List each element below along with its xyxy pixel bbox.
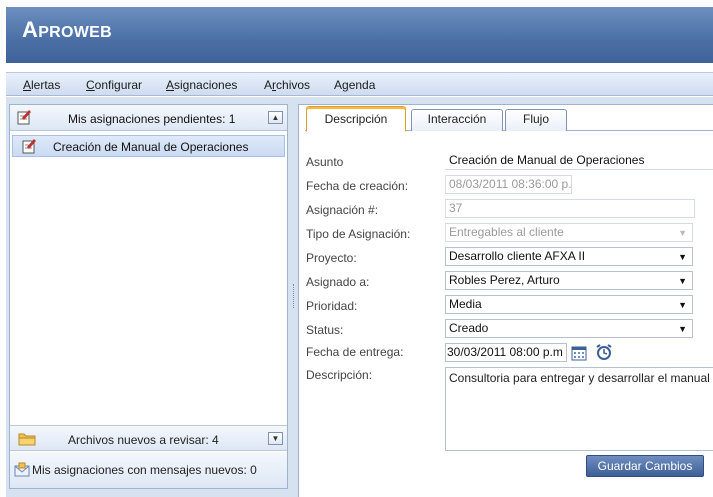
chevron-down-icon: ▼: [678, 300, 687, 310]
descripcion-label: Descripción:: [306, 368, 373, 382]
menu-asignaciones[interactable]: Asignaciones: [166, 78, 237, 92]
fecha-creacion-label: Fecha de creación:: [306, 179, 409, 193]
fecha-entrega-label: Fecha de entrega:: [306, 345, 404, 359]
assignment-icon: [22, 139, 36, 154]
proyecto-select[interactable]: Desarrollo cliente AFXA II ▼: [445, 247, 693, 266]
asignacion-field: 37: [445, 199, 695, 218]
chevron-down-icon: ▼: [678, 252, 687, 262]
proyecto-label: Proyecto:: [306, 251, 357, 265]
left-pane: Mis asignaciones pendientes: 1 ▲ Creació…: [9, 104, 288, 489]
tipo-asignacion-label: Tipo de Asignación:: [306, 227, 411, 241]
chevron-down-icon: ▼: [678, 228, 687, 238]
pending-assignments-label: Mis asignaciones pendientes: 1: [68, 112, 236, 126]
new-files-label: Archivos nuevos a revisar: 4: [68, 433, 219, 447]
chevron-down-icon: ▼: [678, 324, 687, 334]
list-item-label: Creación de Manual de Operaciones: [53, 140, 249, 154]
pending-assignments-header[interactable]: Mis asignaciones pendientes: 1 ▲: [10, 105, 287, 131]
app-header: APROWEB: [0, 0, 713, 70]
prioridad-select[interactable]: Media ▼: [445, 295, 693, 314]
asignado-label: Asignado a:: [306, 275, 370, 289]
new-messages-label: Mis asignaciones con mensajes nuevos: 0: [32, 463, 257, 477]
calendar-icon[interactable]: [570, 344, 588, 362]
menu-archivos[interactable]: Archivos: [264, 78, 310, 92]
asunto-label: Asunto: [306, 155, 344, 169]
alarm-clock-icon[interactable]: [595, 343, 613, 361]
asignado-select[interactable]: Robles Perez, Arturo ▼: [445, 271, 693, 290]
chevron-down-icon: ▼: [678, 276, 687, 286]
right-pane: Descripción Interacción Flujo Asunto Cre…: [298, 104, 713, 497]
fecha-creacion-field: 08/03/2011 08:36:00 p.: [445, 175, 572, 194]
menu-alertas[interactable]: Alertas: [23, 78, 60, 92]
tab-flujo[interactable]: Flujo: [505, 109, 567, 131]
expand-files-button[interactable]: ▼: [268, 432, 283, 445]
tab-strip: Descripción Interacción Flujo: [305, 105, 713, 132]
descripcion-textarea[interactable]: Consultoria para entregar y desarrollar …: [445, 367, 713, 451]
app-title: APROWEB: [22, 17, 113, 42]
menu-agenda[interactable]: Agenda: [334, 78, 375, 92]
list-item[interactable]: Creación de Manual de Operaciones: [12, 135, 285, 157]
assignment-icon: [17, 110, 31, 125]
envelope-icon: [14, 462, 30, 477]
status-select[interactable]: Creado ▼: [445, 319, 693, 338]
asunto-field[interactable]: Creación de Manual de Operaciones: [445, 151, 713, 170]
tipo-asignacion-select: Entregables al cliente ▼: [445, 223, 693, 242]
collapse-pending-button[interactable]: ▲: [268, 111, 283, 124]
menu-bar: Alertas Configurar Asignaciones Archivos…: [6, 72, 713, 96]
save-button[interactable]: Guardar Cambios: [586, 455, 704, 477]
fecha-entrega-field[interactable]: 30/03/2011 08:00 p.m: [445, 343, 567, 362]
tab-interaccion[interactable]: Interacción: [411, 109, 503, 131]
asignacion-label: Asignación #:: [306, 203, 379, 217]
prioridad-label: Prioridad:: [306, 299, 358, 313]
menu-configurar[interactable]: Configurar: [86, 78, 142, 92]
tab-descripcion[interactable]: Descripción: [306, 106, 406, 132]
header-bar: [6, 7, 713, 63]
status-label: Status:: [306, 323, 344, 337]
pane-splitter[interactable]: [291, 104, 296, 489]
new-files-header[interactable]: Archivos nuevos a revisar: 4 ▼: [10, 425, 287, 451]
folder-icon: [18, 433, 36, 446]
new-messages-header[interactable]: Mis asignaciones con mensajes nuevos: 0: [10, 452, 287, 488]
